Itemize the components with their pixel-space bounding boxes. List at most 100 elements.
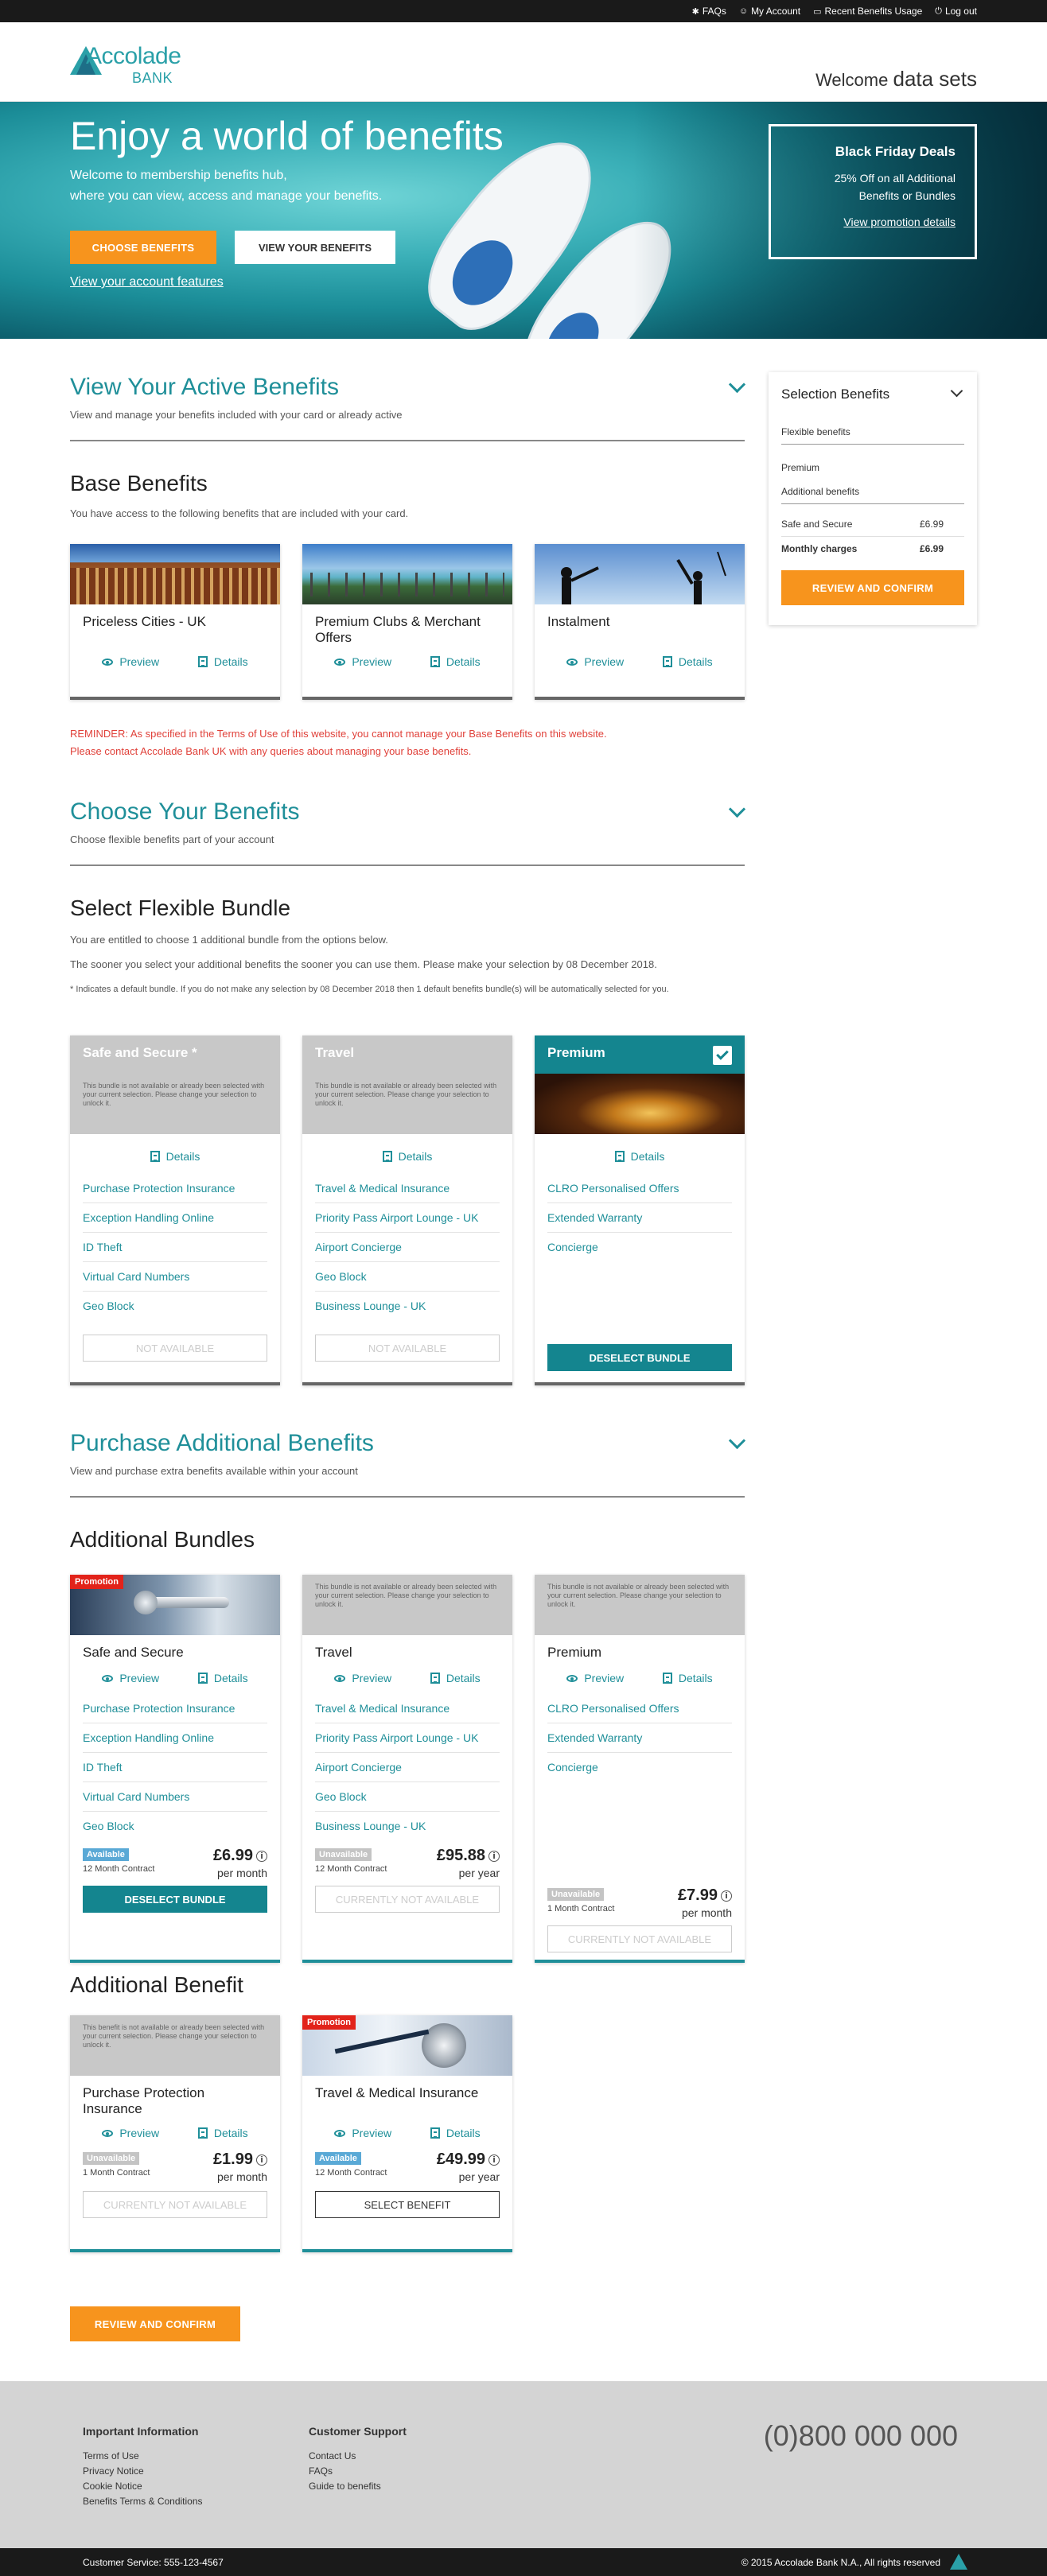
details-link[interactable]: Details [150, 1150, 200, 1163]
bundle-item[interactable]: Geo Block [83, 1292, 267, 1320]
currently-not-available-button[interactable]: CURRENTLY NOT AVAILABLE [315, 1886, 500, 1913]
preview-link[interactable]: Preview [334, 2127, 391, 2139]
my-account-link[interactable]: ☺ My Account [739, 6, 800, 17]
details-link[interactable]: Details [614, 1150, 664, 1163]
price: £49.99 [436, 2151, 485, 2168]
chevron-down-icon[interactable] [950, 388, 963, 401]
sidebar-review-button[interactable]: REVIEW AND CONFIRM [781, 570, 964, 605]
promotion-badge: Promotion [302, 2015, 356, 2030]
selected-checkbox[interactable] [713, 1046, 732, 1065]
bundle-item[interactable]: Extended Warranty [547, 1723, 732, 1753]
preview-link[interactable]: Preview [102, 1672, 159, 1684]
currently-not-available-button[interactable]: CURRENTLY NOT AVAILABLE [83, 2191, 267, 2218]
terms-link[interactable]: Terms of Use [83, 2449, 203, 2464]
details-link[interactable]: Details [197, 1672, 248, 1684]
preview-link[interactable]: Preview [334, 655, 391, 668]
currently-not-available-button[interactable]: CURRENTLY NOT AVAILABLE [547, 1925, 732, 1952]
eye-icon [102, 1674, 114, 1682]
bundle-item[interactable]: Geo Block [83, 1812, 267, 1840]
details-link[interactable]: Details [430, 1672, 481, 1684]
review-and-confirm-button[interactable]: REVIEW AND CONFIRM [70, 2306, 240, 2341]
logout-link[interactable]: ⏻ Log out [935, 6, 977, 17]
recent-usage-link[interactable]: ▭ Recent Benefits Usage [813, 6, 922, 17]
select-benefit-button[interactable]: SELECT BENEFIT [315, 2191, 500, 2218]
section-title: Choose Your Benefits [70, 798, 300, 825]
preview-link[interactable]: Preview [566, 655, 624, 668]
bundle-item[interactable]: Virtual Card Numbers [83, 1262, 267, 1292]
info-icon[interactable]: i [488, 2154, 500, 2166]
preview-link[interactable]: Preview [334, 1672, 391, 1684]
not-available-button[interactable]: NOT AVAILABLE [315, 1335, 500, 1362]
instalment-image [535, 544, 745, 604]
bundle-item[interactable]: Business Lounge - UK [315, 1812, 500, 1840]
bundle-item[interactable]: Concierge [547, 1233, 732, 1261]
accolade-logo[interactable]: Accolade BANK [70, 40, 189, 89]
preview-link[interactable]: Preview [102, 655, 159, 668]
info-icon[interactable]: i [488, 1851, 500, 1862]
chevron-down-icon[interactable] [729, 380, 745, 396]
benefits-terms-link[interactable]: Benefits Terms & Conditions [83, 2494, 203, 2509]
bundle-item[interactable]: Exception Handling Online [83, 1203, 267, 1233]
bundle-item[interactable]: Exception Handling Online [83, 1723, 267, 1753]
bundle-item[interactable]: Airport Concierge [315, 1233, 500, 1262]
contact-link[interactable]: Contact Us [309, 2449, 407, 2464]
bundle-item[interactable]: CLRO Personalised Offers [547, 1694, 732, 1723]
not-available-button[interactable]: NOT AVAILABLE [83, 1335, 267, 1362]
faqs-link[interactable]: ✱ FAQs [692, 6, 726, 17]
details-link[interactable]: Details [430, 655, 481, 668]
view-benefits-button[interactable]: VIEW YOUR BENEFITS [235, 231, 395, 264]
preview-link[interactable]: Preview [566, 1672, 624, 1684]
info-icon[interactable]: i [256, 2154, 267, 2166]
details-link[interactable]: Details [197, 655, 248, 668]
bundle-item[interactable]: Priority Pass Airport Lounge - UK [315, 1723, 500, 1753]
bundle-item[interactable]: Travel & Medical Insurance [315, 1174, 500, 1203]
phone-number[interactable]: (0)800 000 000 [764, 2419, 958, 2453]
choose-benefits-button[interactable]: CHOOSE BENEFITS [70, 231, 216, 264]
details-link[interactable]: Details [382, 1150, 432, 1163]
chevron-down-icon[interactable] [729, 1436, 745, 1452]
bundle-item[interactable]: Airport Concierge [315, 1753, 500, 1782]
deselect-bundle-button[interactable]: DESELECT BUNDLE [547, 1344, 732, 1371]
details-link[interactable]: Details [662, 1672, 713, 1684]
additional-benefit-title: Additional Benefit [70, 1972, 243, 1997]
account-features-link[interactable]: View your account features [70, 275, 224, 289]
info-icon[interactable]: i [721, 1890, 732, 1902]
bundle-item[interactable]: Virtual Card Numbers [83, 1782, 267, 1812]
bottom-bar: Customer Service: 555-123-4567 © 2015 Ac… [0, 2548, 1047, 2576]
details-link[interactable]: Details [662, 655, 713, 668]
promotion-details-link[interactable]: View promotion details [790, 216, 956, 228]
bundle-item[interactable]: Travel & Medical Insurance [315, 1694, 500, 1723]
deselect-bundle-button[interactable]: DESELECT BUNDLE [83, 1886, 267, 1913]
reminder-text: REMINDER: As specified in the Terms of U… [70, 728, 607, 757]
bundle-item[interactable]: Extended Warranty [547, 1203, 732, 1233]
guide-link[interactable]: Guide to benefits [309, 2479, 407, 2494]
details-link[interactable]: Details [430, 2127, 481, 2139]
bundle-item[interactable]: ID Theft [83, 1753, 267, 1782]
preview-link[interactable]: Preview [102, 2127, 159, 2139]
hero-title: Enjoy a world of benefits [70, 114, 504, 158]
eye-icon [334, 1674, 346, 1682]
bundle-item[interactable]: Geo Block [315, 1782, 500, 1812]
cookie-link[interactable]: Cookie Notice [83, 2479, 203, 2494]
bundle-item[interactable]: Concierge [547, 1753, 732, 1781]
site-footer: Important Information Terms of Use Priva… [0, 2381, 1047, 2548]
details-link[interactable]: Details [197, 2127, 248, 2139]
faqs-footer-link[interactable]: FAQs [309, 2464, 407, 2479]
bundle-item[interactable]: Business Lounge - UK [315, 1292, 500, 1320]
privacy-link[interactable]: Privacy Notice [83, 2464, 203, 2479]
city-building-image [70, 544, 280, 604]
bundle-item[interactable]: ID Theft [83, 1233, 267, 1262]
bundle-item[interactable]: Purchase Protection Insurance [83, 1694, 267, 1723]
additional-benefits-label: Additional benefits [781, 480, 964, 504]
flexible-bundle-card: Travel This bundle is not available or a… [302, 1035, 512, 1385]
eye-icon [334, 658, 346, 666]
bundle-item[interactable]: Purchase Protection Insurance [83, 1174, 267, 1203]
chevron-down-icon[interactable] [729, 805, 745, 821]
info-icon[interactable]: i [256, 1851, 267, 1862]
additional-benefit-card: This benefit is not available or already… [70, 2015, 280, 2252]
base-benefit-card: Instalment Preview Details [535, 544, 745, 700]
bundle-item[interactable]: CLRO Personalised Offers [547, 1174, 732, 1203]
bundle-item[interactable]: Geo Block [315, 1262, 500, 1292]
faq-icon: ✱ [691, 6, 699, 17]
bundle-item[interactable]: Priority Pass Airport Lounge - UK [315, 1203, 500, 1233]
